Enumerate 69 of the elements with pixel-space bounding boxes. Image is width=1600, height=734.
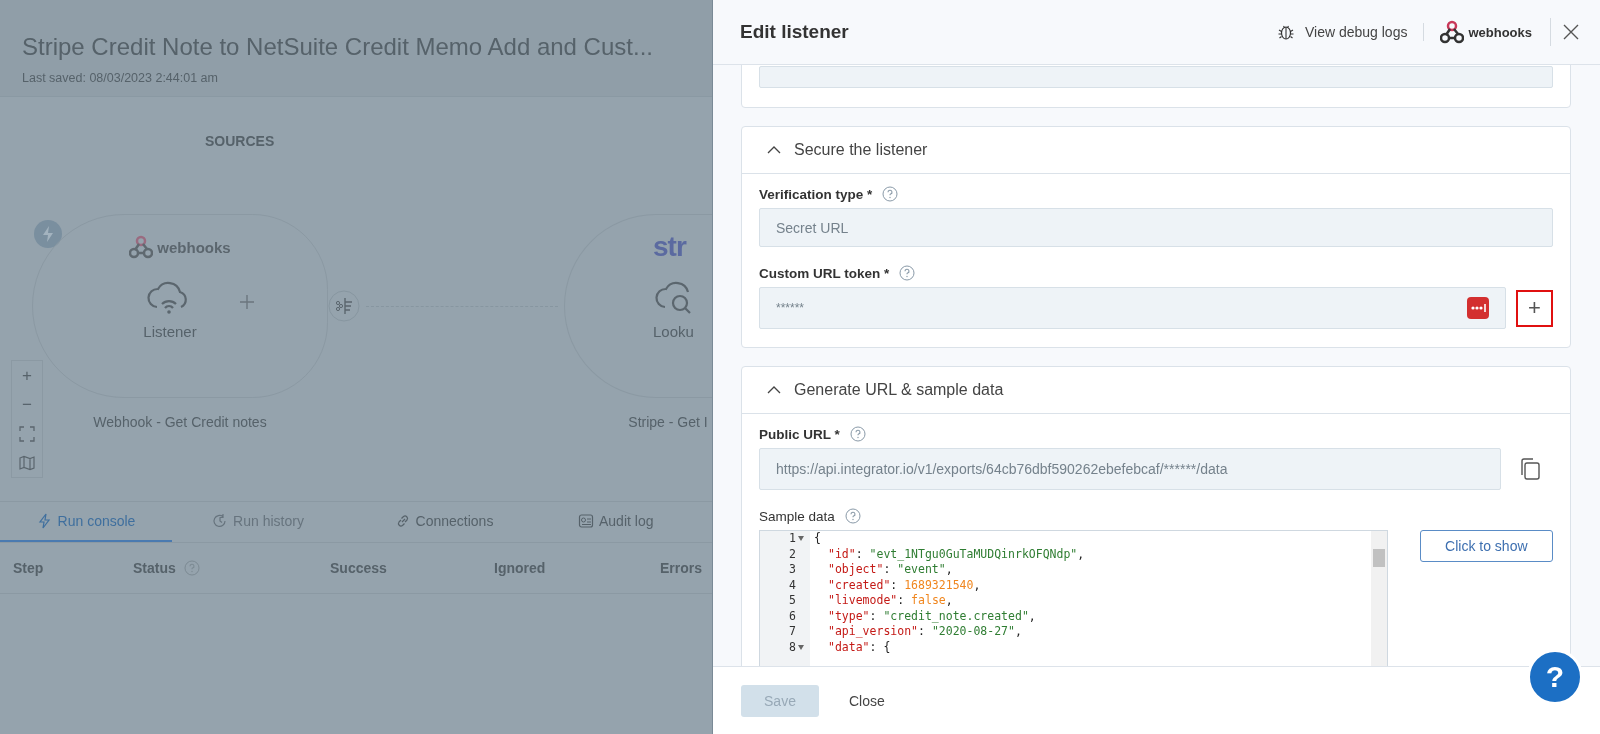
last-saved-text: Last saved: 08/03/2023 2:44:01 am [22,71,219,85]
help-icon [849,426,866,442]
add-button[interactable]: + [1516,289,1553,327]
column-header: Errors [660,560,703,576]
code-editor[interactable]: 1 2 3 4 5 6 7 8 { "id": "evt_1NTgu0GuTaMUDQinrkOFQNdp", "object": "event", "created": 1689321540, "livemode": false, "type": "credit_note.created", "api_version": "2020-08-27", "data": { [759,530,1388,666]
scrollbar[interactable] [1370,531,1387,666]
drawer-title: Edit listener [740,21,850,43]
column-header: Step [13,560,44,576]
input-field[interactable]: https://api.integrator.io/v1/exports/64cb76dbf590262ebefebcaf/******/data [759,448,1501,490]
node-label: Listener [143,323,197,340]
input-field[interactable]: Secret URL [759,208,1553,247]
history-icon [212,513,229,529]
column-header: Ignored [494,560,546,576]
node-caption: Stripe - Get I [628,414,708,430]
code-line: "api_version": "2020-08-27", [827,624,1023,640]
app-logo-text: str [653,231,686,263]
code-line: "data": { [827,639,892,655]
expand-icon [19,425,35,442]
help-icon [882,186,899,202]
help-icon [899,265,916,281]
console-tab[interactable]: Connections [344,502,544,542]
line-number: 8 [789,639,796,655]
field-label: Public URL * [759,426,840,442]
code-line: "object": "event", [827,562,954,578]
webhook-icon [1440,20,1465,44]
console-tab[interactable]: Run console [0,502,172,542]
line-number: 6 [789,608,796,624]
line-number: 2 [789,546,796,562]
debug-logs-link[interactable]: View debug logs [1276,23,1425,41]
input-field[interactable]: ****** [759,287,1506,329]
node-caption: Webhook - Get Credit notes [93,414,267,430]
close-icon[interactable] [1563,24,1579,40]
field-label: Sample data [759,508,835,524]
line-number: 7 [789,624,796,640]
show-button[interactable]: Click to show [1419,530,1553,562]
bug-icon [1276,23,1295,41]
line-number: 5 [789,593,796,609]
console-tab[interactable]: Audit log [544,502,688,542]
code-line: "type": "credit_note.created", [827,608,1037,624]
code-line: { [814,531,822,547]
help-icon [844,508,861,524]
close-button[interactable]: Close [837,684,897,717]
flow-title: Stripe Credit Note to NetSuite Credit Memo Add and Cust... [22,33,654,61]
line-number: 3 [789,562,796,578]
app-logo-text: webhooks [157,238,231,256]
copy-icon[interactable] [1519,457,1541,481]
app-logo-text: webhooks [1468,24,1532,40]
line-number: 4 [789,577,796,593]
bolt-icon [34,220,62,248]
input-field[interactable] [759,66,1553,88]
code-line: "created": 1689321540, [827,577,982,593]
column-header: Status [133,560,176,576]
map-icon [19,454,35,471]
password-manager-icon [1467,297,1489,319]
log-icon [578,513,594,529]
plus-icon[interactable] [239,294,255,310]
router-icon [328,290,360,322]
line-number: 1 [789,531,796,547]
webhook-icon [129,235,154,259]
section-header[interactable]: Secure the listener [742,127,1570,174]
column-header: Success [330,560,387,576]
section-label: SOURCES [205,133,275,149]
node-label: Looku [653,323,694,340]
bolt-icon [36,513,53,529]
section-header[interactable]: Generate URL & sample data [742,367,1570,414]
field-label: Verification type * [759,186,873,202]
field-label: Custom URL token * [759,265,890,281]
code-line: "livemode": false, [827,593,954,609]
code-line: "id": "evt_1NTgu0GuTaMUDQinrkOFQNdp", [827,546,1086,562]
